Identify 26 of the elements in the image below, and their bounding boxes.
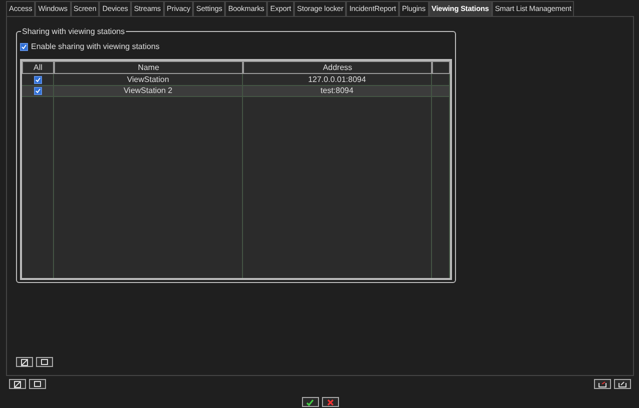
uncheck-all-button[interactable] (36, 357, 53, 367)
checked-box-icon (14, 380, 21, 388)
all-header[interactable]: All (22, 61, 54, 74)
check-all-button[interactable] (16, 357, 33, 367)
uncheck-all-button[interactable] (29, 379, 46, 389)
name-header[interactable]: Name (54, 61, 243, 74)
table-cell: test:8094 (243, 86, 432, 97)
address-header[interactable]: Address (243, 61, 432, 74)
enable-checkbox[interactable] (20, 42, 28, 50)
column-header[interactable] (432, 61, 450, 74)
undo-button[interactable] (594, 379, 611, 389)
row-checkbox[interactable] (34, 76, 42, 84)
checked-box-icon (21, 358, 28, 366)
row-checkbox[interactable] (34, 87, 42, 95)
table-cell (432, 86, 450, 97)
ok-button[interactable] (302, 397, 318, 407)
redo-button[interactable] (614, 379, 631, 389)
tray-arrow-icon (598, 380, 607, 388)
check-all-button[interactable] (9, 379, 26, 389)
check-icon (306, 398, 314, 406)
tray-arrow-icon (618, 380, 627, 388)
checkbox-label: Enable sharing with viewing stations (31, 40, 160, 52)
close-icon (326, 398, 334, 406)
group-title: Sharing with viewing stations (21, 26, 126, 37)
table-cell: ViewStation 2 (54, 86, 243, 97)
cancel-button[interactable] (322, 397, 338, 407)
